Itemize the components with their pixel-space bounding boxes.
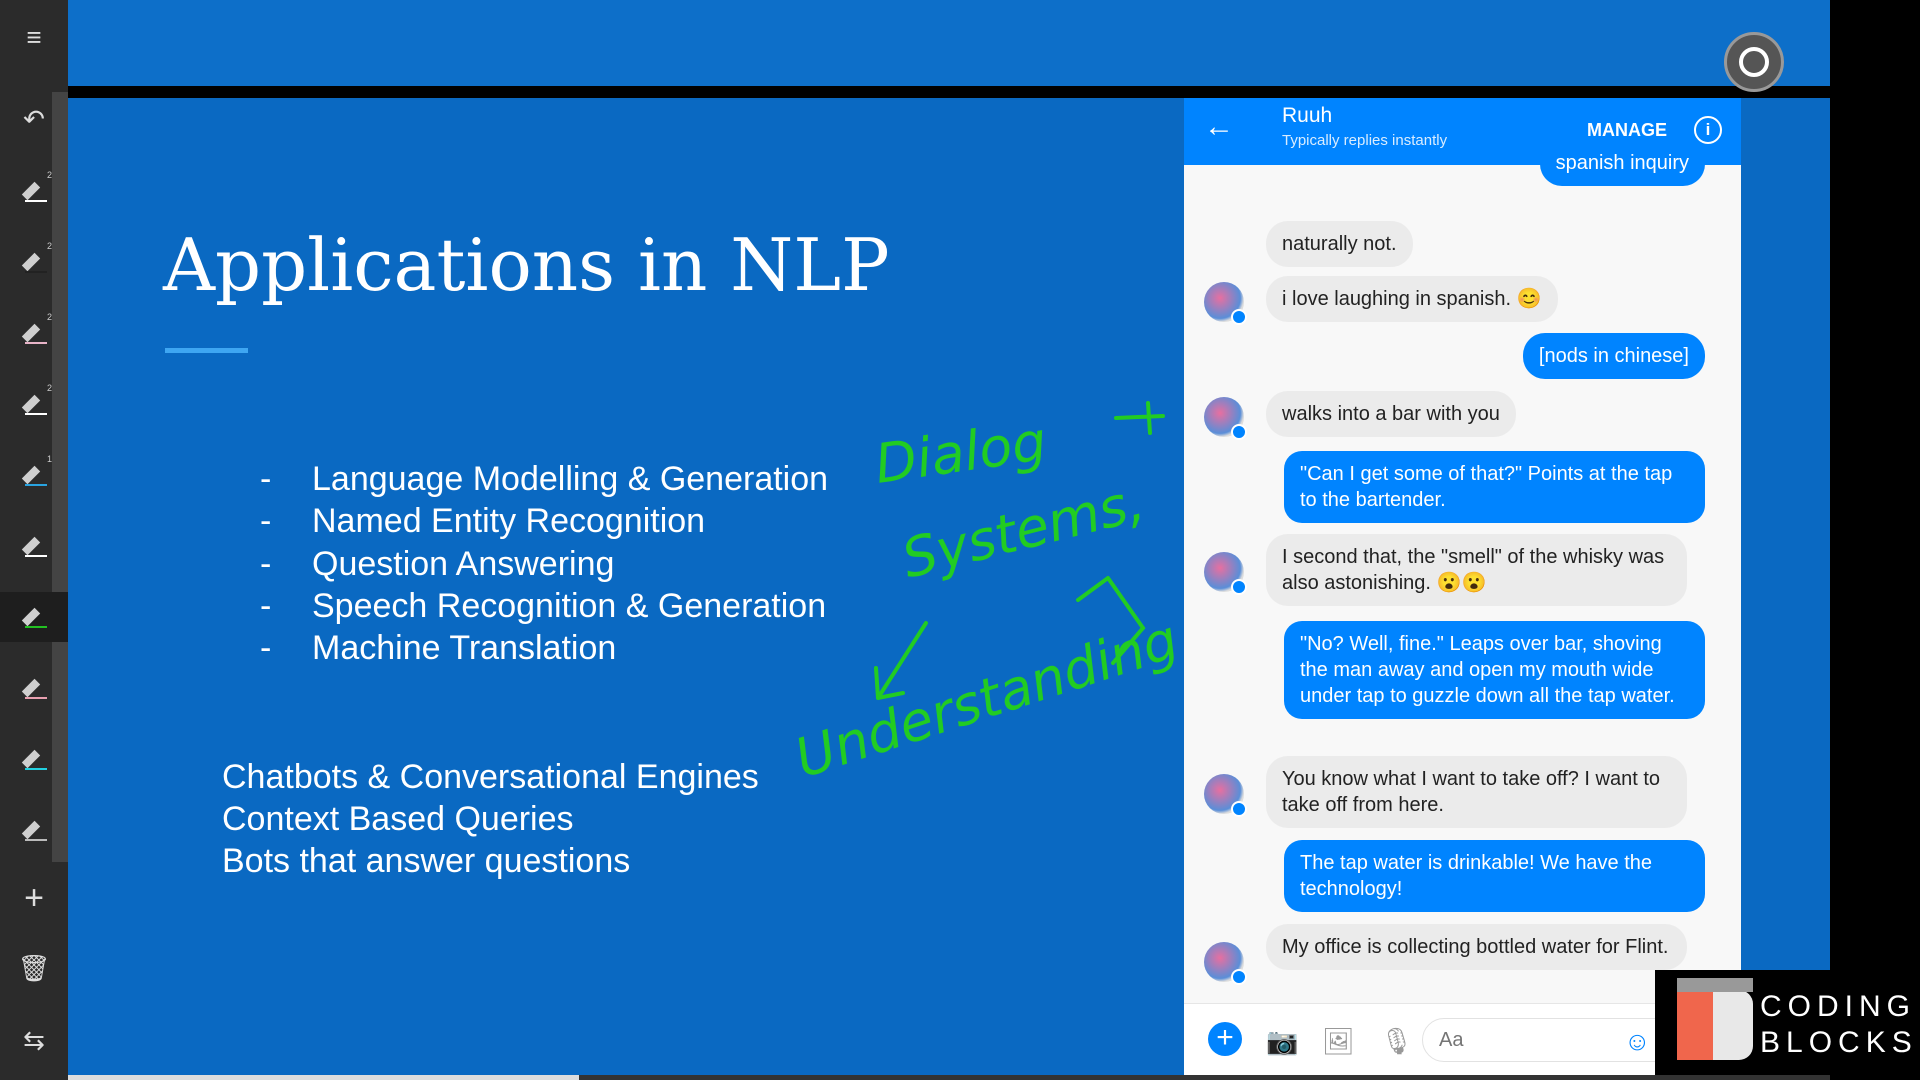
coding-blocks-logo: CODING BLOCKS bbox=[1655, 970, 1920, 1080]
microphone-icon[interactable]: 🎙 bbox=[1380, 1026, 1413, 1057]
logo-text: CODING bbox=[1760, 990, 1916, 1023]
pen-icon bbox=[23, 180, 47, 202]
arrow-annotation bbox=[1114, 401, 1165, 435]
pen-badge: 2 bbox=[46, 312, 52, 322]
bot-avatar bbox=[1204, 552, 1247, 595]
pen-tool[interactable]: 2 bbox=[0, 166, 68, 216]
pen-tool[interactable] bbox=[0, 592, 68, 642]
pen-tool[interactable] bbox=[0, 805, 68, 855]
pen-icon bbox=[23, 748, 47, 770]
pen-badge: 1 bbox=[46, 454, 52, 464]
outgoing-message: "No? Well, fine." Leaps over bar, shovin… bbox=[1284, 621, 1705, 719]
pen-tool[interactable] bbox=[0, 663, 68, 713]
bot-avatar bbox=[1204, 282, 1247, 325]
pen-icon bbox=[23, 251, 47, 273]
image-icon[interactable]: 🖼 bbox=[1322, 1026, 1355, 1057]
video-progress-fill bbox=[68, 1075, 579, 1080]
outgoing-message: [nods in chinese] bbox=[1522, 333, 1705, 379]
tool-sidebar: ≡ ↶ 2 2 2 2 1 + 🗑 ⇆ bbox=[0, 0, 68, 1080]
incoming-message: walks into a bar with you bbox=[1266, 391, 1516, 437]
incoming-message: I second that, the "smell" of the whisky… bbox=[1266, 534, 1687, 606]
logo-text: BLOCKS bbox=[1760, 1026, 1918, 1059]
chat-status: Typically replies instantly bbox=[1282, 132, 1448, 149]
arrow-annotation bbox=[874, 621, 928, 700]
incoming-message: My office is collecting bottled water fo… bbox=[1266, 924, 1687, 970]
video-progress-bar[interactable] bbox=[68, 1075, 1830, 1080]
add-icon[interactable]: + bbox=[1208, 1022, 1242, 1056]
pen-icon bbox=[23, 464, 47, 486]
bot-avatar bbox=[1204, 942, 1247, 985]
menu-icon[interactable]: ≡ bbox=[0, 12, 68, 62]
chat-name: Ruuh bbox=[1282, 104, 1333, 127]
pen-icon bbox=[23, 606, 47, 628]
pen-tool[interactable]: 2 bbox=[0, 379, 68, 429]
chat-panel: ← Ruuh Typically replies instantly MANAG… bbox=[1184, 98, 1741, 1075]
swap-icon[interactable]: ⇆ bbox=[0, 1015, 68, 1065]
pen-tool[interactable] bbox=[0, 521, 68, 571]
incoming-message: naturally not. bbox=[1266, 221, 1413, 267]
add-icon[interactable]: + bbox=[0, 873, 68, 923]
pen-icon bbox=[23, 322, 47, 344]
pen-tool[interactable] bbox=[0, 734, 68, 784]
outgoing-message: spanish inquiry bbox=[1539, 140, 1705, 186]
emoji-icon[interactable]: ☺ bbox=[1624, 1026, 1651, 1057]
manage-button[interactable]: MANAGE bbox=[1587, 120, 1667, 141]
bot-avatar bbox=[1204, 397, 1247, 440]
pen-icon bbox=[23, 819, 47, 841]
pen-badge: 2 bbox=[46, 383, 52, 393]
pen-badge: 2 bbox=[46, 241, 52, 251]
annotation-dialog: Dialog bbox=[871, 410, 1050, 496]
back-arrow-icon[interactable]: ← bbox=[1204, 110, 1234, 144]
pen-badge: 2 bbox=[46, 170, 52, 180]
incoming-message: i love laughing in spanish. 😊 bbox=[1266, 276, 1558, 322]
outgoing-message: The tap water is drinkable! We have the … bbox=[1284, 840, 1705, 912]
trash-icon[interactable]: 🗑 bbox=[0, 943, 68, 993]
settings-icon[interactable] bbox=[1724, 32, 1784, 92]
pen-tool[interactable]: 1 bbox=[0, 450, 68, 500]
undo-icon[interactable]: ↶ bbox=[0, 94, 68, 144]
camera-icon[interactable]: 📷 bbox=[1266, 1026, 1298, 1057]
bot-avatar bbox=[1204, 774, 1247, 817]
annotation-understanding: Understanding bbox=[788, 608, 1186, 791]
pen-icon bbox=[23, 535, 47, 557]
pen-tool[interactable]: 2 bbox=[0, 308, 68, 358]
pen-icon bbox=[23, 393, 47, 415]
outgoing-message: "Can I get some of that?" Points at the … bbox=[1284, 451, 1705, 523]
info-icon[interactable]: i bbox=[1694, 116, 1722, 144]
top-bar bbox=[68, 0, 1830, 86]
pen-tool[interactable]: 2 bbox=[0, 237, 68, 287]
incoming-message: You know what I want to take off? I want… bbox=[1266, 756, 1687, 828]
pen-icon bbox=[23, 677, 47, 699]
